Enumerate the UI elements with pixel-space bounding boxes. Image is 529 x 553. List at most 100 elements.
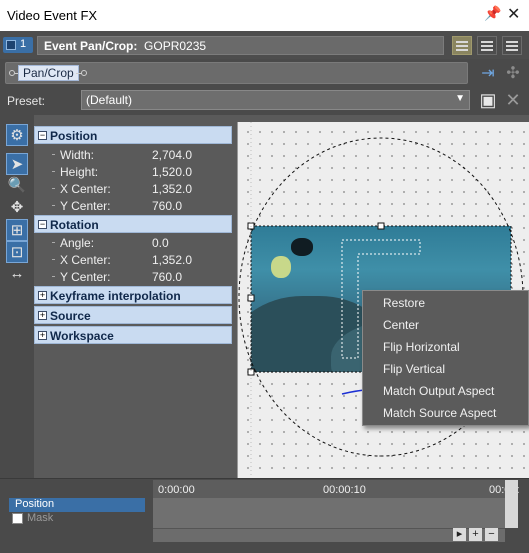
compact-view-icon (506, 41, 518, 51)
keyframe-interpolation-group[interactable]: + Keyframe interpolation (34, 286, 232, 304)
list-view-button[interactable] (452, 36, 472, 55)
rotation-x-center-value[interactable]: 1,352.0 (152, 253, 192, 267)
plugin-chain-row: Pan/Crop ⇥ ✣ (0, 59, 529, 87)
x-center-label: X Center: (60, 182, 111, 196)
position-group[interactable]: − Position (34, 126, 232, 144)
mask-checkbox[interactable] (12, 513, 23, 524)
close-icon[interactable]: ✕ (507, 4, 525, 23)
property-row[interactable]: X Center: 1,352.0 (34, 251, 232, 268)
tree-dot (52, 205, 55, 206)
menu-item-match-source-aspect[interactable]: Match Source Aspect (383, 406, 496, 420)
preset-value: (Default) (86, 93, 133, 107)
event-title: Event Pan/Crop: GOPR0235 (37, 36, 444, 55)
scale-about-center-icon[interactable]: ↔ (6, 263, 28, 285)
tree-dot (52, 154, 55, 155)
context-menu: Restore Center Flip Horizontal Flip Vert… (362, 290, 529, 426)
height-value[interactable]: 1,520.0 (152, 165, 192, 179)
preset-row: Preset: (Default) ▼ ▣ ✕ (0, 87, 529, 115)
property-panel: − Position Width: 2,704.0 Height: 1,520.… (34, 122, 234, 478)
property-row[interactable]: X Center: 1,352.0 (34, 180, 232, 197)
event-header: 1 Event Pan/Crop: GOPR0235 (0, 31, 529, 59)
event-badge-number: 1 (20, 38, 27, 50)
property-row[interactable]: Y Center: 760.0 (34, 268, 232, 285)
event-badge[interactable]: 1 (3, 37, 33, 53)
expand-icon[interactable]: + (38, 331, 47, 340)
list-view-icon (456, 41, 468, 51)
compact-view-button[interactable] (502, 36, 522, 55)
rotation-y-center-value[interactable]: 760.0 (152, 270, 182, 284)
time-label: 00:00:10 (323, 484, 366, 496)
source-header: Source (50, 309, 91, 323)
plugin-chain: Pan/Crop (5, 62, 468, 84)
menu-item-restore[interactable]: Restore (383, 296, 425, 310)
event-label: Event Pan/Crop: (44, 39, 138, 53)
go-to-end-button[interactable]: ▸ (453, 528, 466, 541)
timeline-ruler[interactable]: 0:00:00 00:00:10 00:00: (153, 480, 520, 498)
snap-to-grid-icon[interactable]: ⊞ (6, 219, 28, 241)
keyframe-interpolation-header: Keyframe interpolation (50, 289, 181, 303)
property-row[interactable]: Height: 1,520.0 (34, 163, 232, 180)
source-group[interactable]: + Source (34, 306, 232, 324)
plugin-chain-icon[interactable]: ⇥ (478, 63, 498, 83)
property-row[interactable]: Angle: 0.0 (34, 234, 232, 251)
y-center-label: Y Center: (60, 199, 111, 213)
pointer-icon[interactable]: ➤ (6, 153, 28, 175)
collapse-icon[interactable]: − (38, 220, 47, 229)
film-icon (6, 40, 16, 50)
remove-plugin-icon[interactable]: ✣ (503, 63, 523, 83)
workspace-group[interactable]: + Workspace (34, 326, 232, 344)
grid-view-button[interactable] (477, 36, 497, 55)
menu-item-flip-horizontal[interactable]: Flip Horizontal (383, 340, 460, 354)
menu-item-center[interactable]: Center (383, 318, 419, 332)
rotation-x-center-label: X Center: (60, 253, 111, 267)
rotation-y-center-label: Y Center: (60, 270, 111, 284)
expand-icon[interactable]: + (38, 311, 47, 320)
preset-label: Preset: (7, 94, 46, 108)
plugin-pan-crop[interactable]: Pan/Crop (18, 65, 79, 81)
tree-dot (52, 188, 55, 189)
collapse-icon[interactable]: − (38, 131, 47, 140)
gear-icon[interactable]: ⚙ (6, 124, 28, 146)
delete-preset-icon[interactable]: ✕ (503, 90, 523, 110)
chevron-down-icon: ▼ (455, 93, 465, 104)
lock-aspect-icon[interactable]: ⊡ (6, 241, 28, 263)
property-row[interactable]: Width: 2,704.0 (34, 146, 232, 163)
keyframe-timeline: Position Mask 0:00:00 00:00:10 00:00: ▸ … (0, 478, 529, 553)
rotation-group[interactable]: − Rotation (34, 215, 232, 233)
y-center-value[interactable]: 760.0 (152, 199, 182, 213)
save-preset-icon[interactable]: ▣ (478, 90, 498, 110)
vertical-scrollbar[interactable] (505, 480, 518, 528)
grid-view-icon (481, 41, 493, 51)
x-center-value[interactable]: 1,352.0 (152, 182, 192, 196)
angle-label: Angle: (60, 236, 95, 250)
pin-icon[interactable]: 📌 (484, 5, 502, 23)
expand-icon[interactable]: + (38, 291, 47, 300)
time-label: 0:00:00 (158, 484, 195, 496)
tree-dot (52, 171, 55, 172)
tool-strip: ⚙ ➤ 🔍 ✥ ⊞ ⊡ ↔ (0, 115, 34, 478)
zoom-in-button[interactable]: + (469, 528, 482, 541)
tree-dot (52, 259, 55, 260)
track-mask[interactable]: Mask (9, 512, 145, 526)
crop-handle[interactable] (377, 222, 385, 230)
width-label: Width: (60, 148, 95, 162)
workspace-header: Workspace (50, 329, 114, 343)
zoom-icon[interactable]: 🔍 (6, 175, 28, 197)
width-value[interactable]: 2,704.0 (152, 148, 192, 162)
chain-end-node (81, 70, 87, 76)
window-title: Video Event FX (7, 8, 98, 23)
event-name: GOPR0235 (144, 39, 207, 53)
height-label: Height: (60, 165, 99, 179)
track-position[interactable]: Position (9, 498, 145, 512)
menu-item-match-output-aspect[interactable]: Match Output Aspect (383, 384, 494, 398)
position-header: Position (50, 129, 98, 143)
preset-dropdown[interactable]: (Default) ▼ (81, 90, 470, 110)
move-icon[interactable]: ✥ (6, 197, 28, 219)
property-row[interactable]: Y Center: 760.0 (34, 197, 232, 214)
zoom-out-button[interactable]: − (485, 528, 498, 541)
mask-label: Mask (27, 512, 54, 524)
menu-item-flip-vertical[interactable]: Flip Vertical (383, 362, 445, 376)
tree-dot (52, 242, 55, 243)
title-bar: Video Event FX 📌 ✕ (0, 0, 529, 31)
angle-value[interactable]: 0.0 (152, 236, 169, 250)
